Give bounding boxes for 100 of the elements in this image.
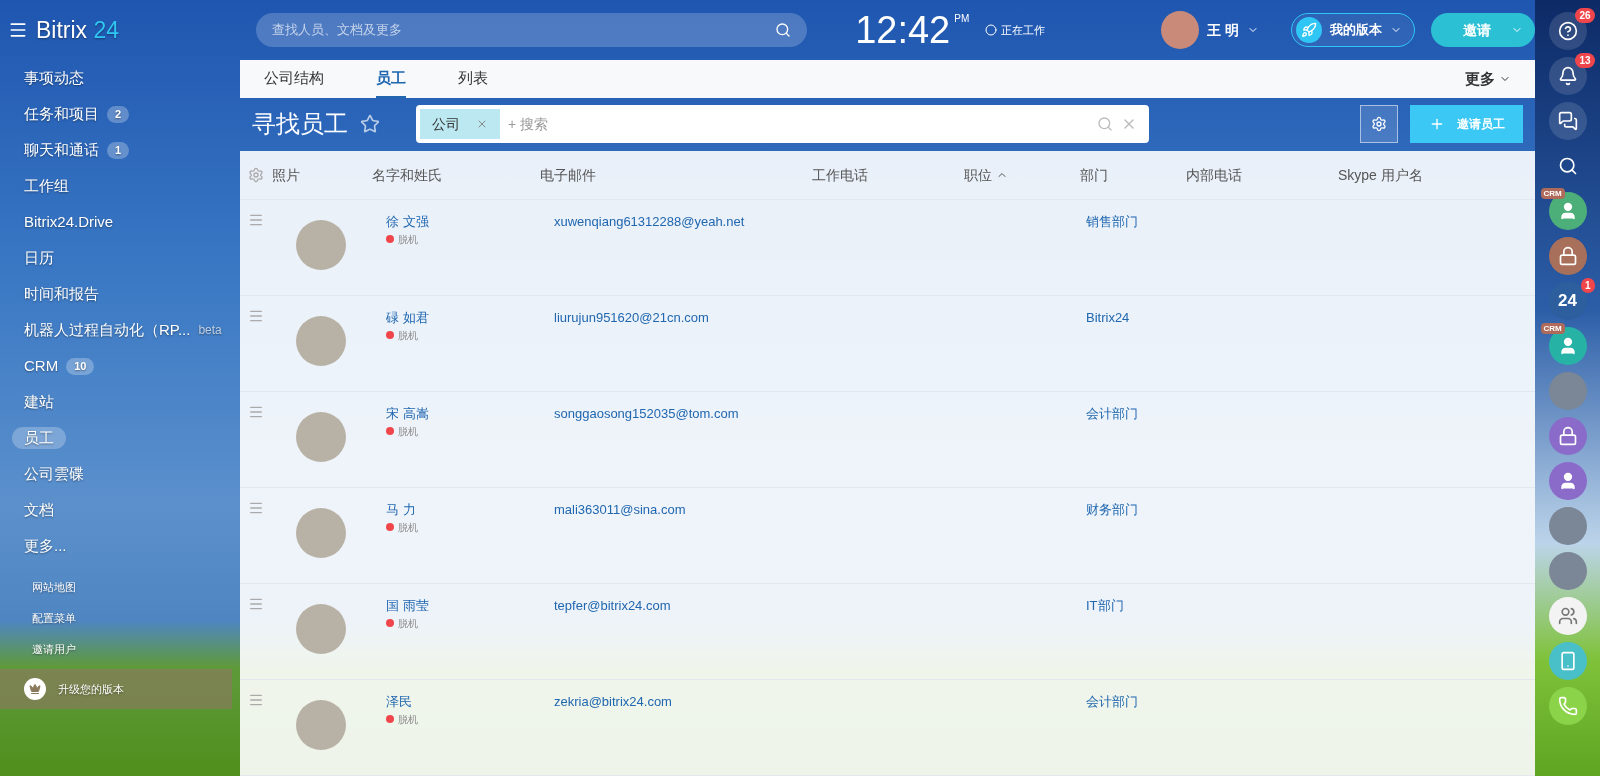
department-link[interactable]: Bitrix24 <box>1086 308 1130 328</box>
employee-name[interactable]: 泽民 <box>386 692 554 712</box>
footer-link[interactable]: 配置菜单 <box>0 603 240 634</box>
page-title: 寻找员工 <box>252 109 348 140</box>
avatar-placeholder <box>296 220 346 270</box>
clock-ampm: PM <box>954 12 970 26</box>
employee-name[interactable]: 宋 高嵩 <box>386 404 554 424</box>
column-header[interactable]: 内部电话 <box>1186 164 1338 186</box>
department-link[interactable]: IT部门 <box>1086 596 1124 616</box>
locked-chat-avatar[interactable] <box>1548 417 1587 455</box>
logo: Bitrix 24 <box>36 15 120 45</box>
nav-item[interactable]: 任务和项目 <box>24 102 99 126</box>
counter-badge: 10 <box>66 357 95 375</box>
email-link[interactable]: zekria@bitrix24.com <box>554 692 1086 712</box>
email-link[interactable]: liurujun951620@21cn.com <box>554 308 1086 328</box>
help-icon <box>1557 21 1578 41</box>
search-icon <box>1097 116 1113 133</box>
department-link[interactable]: 会计部门 <box>1086 404 1138 424</box>
chat-icon <box>1557 111 1578 131</box>
employee-name[interactable]: 马 力 <box>386 500 554 520</box>
nav-item[interactable]: 聊天和通话 <box>24 138 99 162</box>
counter-badge: 1 <box>107 141 130 159</box>
employee-name[interactable]: 徐 文强 <box>386 212 554 232</box>
search-icon <box>775 22 792 38</box>
avatar-placeholder <box>296 604 346 654</box>
more-menu[interactable]: 更多 <box>1465 60 1511 98</box>
avatar-placeholder <box>296 316 346 366</box>
upgrade-button[interactable]: 升级您的版本 <box>0 669 232 709</box>
column-header[interactable]: 名字和姓氏 <box>372 164 540 186</box>
nav-item[interactable]: 机器人过程自动化（RP... <box>24 318 191 342</box>
locked-chat-avatar[interactable] <box>1548 237 1587 275</box>
search-input[interactable]: 查找人员、文档及更多 <box>272 20 776 40</box>
avatar-placeholder[interactable] <box>1548 552 1587 590</box>
filter-tag[interactable]: 公司 <box>420 109 500 140</box>
user-name[interactable]: 王 明 <box>1207 19 1240 41</box>
department-link[interactable]: 财务部门 <box>1086 500 1138 520</box>
avatar-placeholder <box>296 412 346 462</box>
nav-item[interactable]: 时间和报告 <box>24 282 99 306</box>
nav-item[interactable]: 公司雲碟 <box>24 462 84 486</box>
work-status[interactable]: 正在工作 <box>1001 21 1046 39</box>
crm-tag: CRM <box>1540 188 1565 199</box>
nav-item[interactable]: 工作组 <box>24 174 69 198</box>
group-avatar[interactable] <box>1548 597 1587 635</box>
drag-handle-icon[interactable] <box>248 212 264 228</box>
column-header[interactable]: Skype 用户名 <box>1338 164 1498 186</box>
email-link[interactable]: tepfer@bitrix24.com <box>554 596 1086 616</box>
drag-handle-icon[interactable] <box>248 500 264 516</box>
nav-item[interactable]: 文档 <box>24 498 54 522</box>
settings-button[interactable] <box>1360 105 1398 144</box>
column-header[interactable]: 照片 <box>272 164 372 186</box>
nav-item[interactable]: 建站 <box>24 390 54 414</box>
column-header[interactable]: 电子邮件 <box>540 164 812 186</box>
clock-time: 12:42 <box>855 11 951 49</box>
call-button[interactable] <box>1548 687 1587 725</box>
beta-tag: beta <box>198 321 222 339</box>
email-link[interactable]: mali363011@sina.com <box>554 500 1086 520</box>
chat-button[interactable] <box>1548 102 1587 140</box>
settings-icon[interactable] <box>248 167 264 183</box>
footer-link[interactable]: 网站地图 <box>0 572 240 603</box>
nav-item[interactable]: CRM <box>24 354 59 378</box>
search-bar[interactable]: 查找人员、文档及更多 <box>256 13 808 47</box>
nav-item[interactable]: 事项动态 <box>24 66 84 90</box>
lock-icon <box>1557 246 1578 266</box>
counter-badge: 2 <box>107 105 130 123</box>
group-icon <box>1557 606 1578 626</box>
footer-link[interactable]: 邀请用户 <box>0 634 240 665</box>
drag-handle-icon[interactable] <box>248 404 264 420</box>
tab[interactable]: 列表 <box>458 60 488 98</box>
status-text: 脱机 <box>398 232 418 247</box>
contact-avatar[interactable] <box>1548 462 1587 500</box>
more-link[interactable]: 更多... <box>24 534 67 558</box>
menu-icon[interactable] <box>8 20 28 40</box>
drag-handle-icon[interactable] <box>248 308 264 324</box>
plan-button[interactable]: 我的版本 <box>1291 13 1416 47</box>
avatar-placeholder <box>296 508 346 558</box>
column-header[interactable]: 工作电话 <box>812 164 964 186</box>
counter-badge: 13 <box>1575 53 1595 68</box>
star-icon[interactable] <box>360 114 380 135</box>
avatar-placeholder[interactable] <box>1548 507 1587 545</box>
department-link[interactable]: 销售部门 <box>1086 212 1138 232</box>
upgrade-label: 升级您的版本 <box>58 681 124 697</box>
bell-icon <box>1557 66 1578 86</box>
tab[interactable]: 员工 <box>376 60 406 98</box>
user-avatar[interactable] <box>1161 11 1200 49</box>
email-link[interactable]: songgaosong152035@tom.com <box>554 404 1086 424</box>
employee-name[interactable]: 国 雨莹 <box>386 596 554 616</box>
column-header[interactable]: 部门 <box>1080 164 1186 186</box>
department-link[interactable]: 会计部门 <box>1086 692 1138 712</box>
email-link[interactable]: xuwenqiang61312288@yeah.net <box>554 212 1086 232</box>
column-header[interactable]: 职位 <box>964 164 1080 186</box>
counter-badge: 1 <box>1580 278 1595 293</box>
lock-icon <box>1557 426 1578 446</box>
drag-handle-icon[interactable] <box>248 596 264 612</box>
employee-name[interactable]: 碌 如君 <box>386 308 554 328</box>
nav-item[interactable]: Bitrix24.Drive <box>24 210 114 234</box>
filter-search-bar[interactable]: 公司 + 搜索 <box>416 105 1149 144</box>
drag-handle-icon[interactable] <box>248 692 264 708</box>
tab[interactable]: 公司结构 <box>264 60 324 98</box>
filter-search-input[interactable]: + 搜索 <box>508 113 1089 135</box>
nav-item[interactable]: 日历 <box>24 246 54 270</box>
